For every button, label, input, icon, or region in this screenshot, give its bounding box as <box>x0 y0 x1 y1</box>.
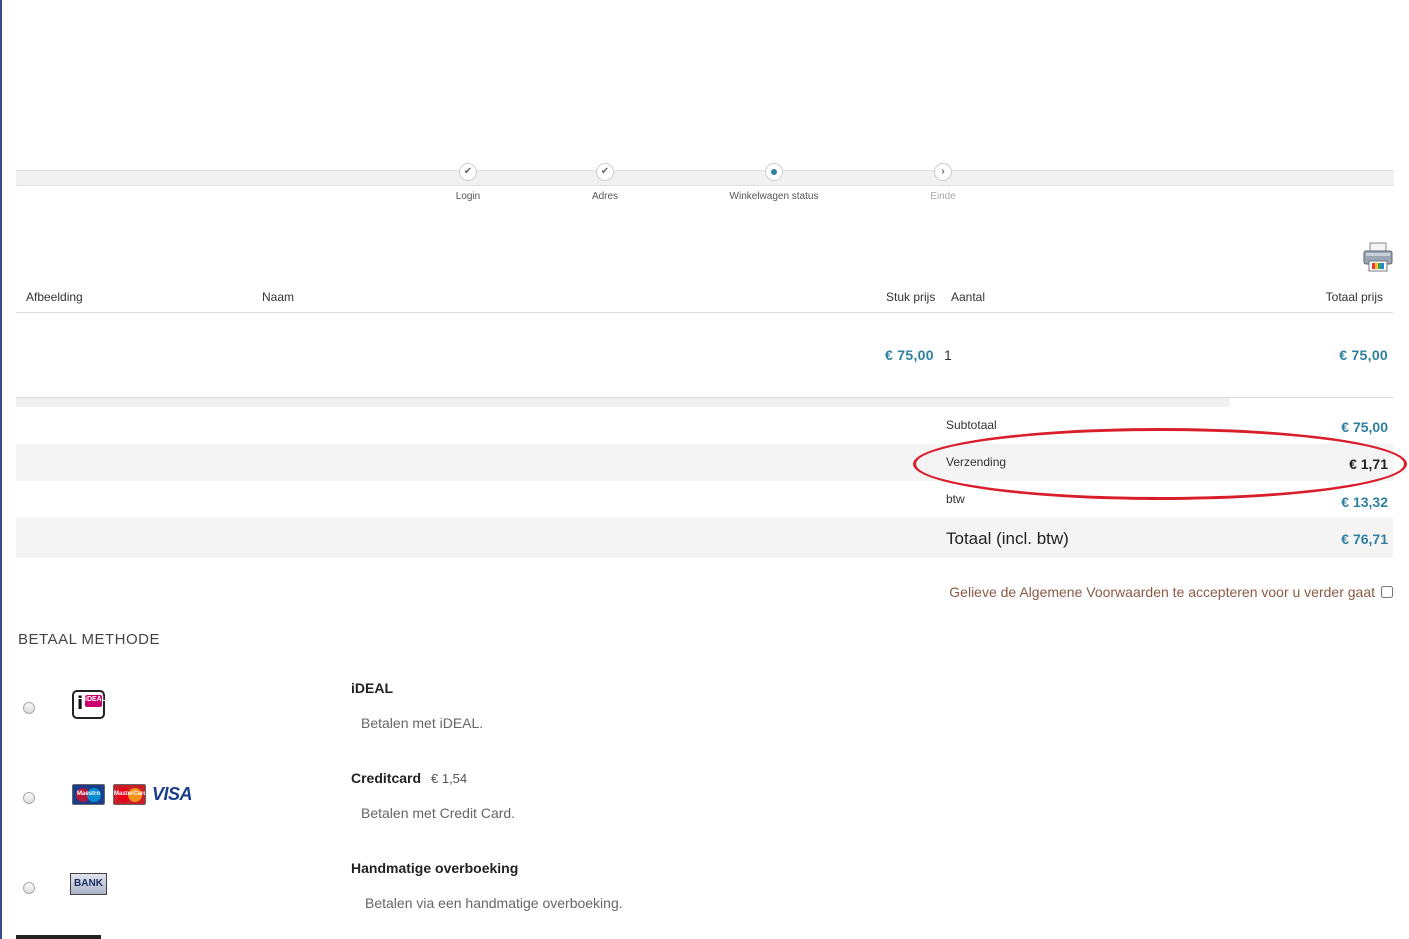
summary-subtotal-row: Subtotaal € 75,00 <box>16 407 1393 444</box>
step-cart-status: Winkelwagen status <box>714 163 834 202</box>
payment-radio-bank-transfer[interactable] <box>23 882 35 894</box>
step-address: ✔ Adres <box>545 163 665 202</box>
step-label: Login <box>455 191 481 202</box>
step-label: Adres <box>591 191 619 202</box>
dot-icon <box>765 163 783 181</box>
payment-fee-creditcard: € 1,54 <box>431 771 468 786</box>
mastercard-logo: MasterCard <box>113 784 146 805</box>
step-label: Einde <box>930 191 956 202</box>
window-left-border <box>0 0 2 939</box>
divider <box>16 312 1393 313</box>
row-unit-price: € 75,00 <box>885 347 934 363</box>
maestro-logo: Maestro <box>72 784 105 805</box>
vat-value: € 13,32 <box>1341 494 1388 510</box>
total-value: € 76,71 <box>1341 531 1388 547</box>
shipping-value: € 1,71 <box>1349 456 1388 472</box>
payment-radio-creditcard[interactable] <box>23 792 35 804</box>
payment-desc-creditcard: Betalen met Credit Card. <box>361 805 516 821</box>
ideal-logo: i iDEAL <box>72 690 106 719</box>
subtotal-value: € 75,00 <box>1341 419 1388 435</box>
header-total-price: Totaal prijs <box>1325 290 1383 304</box>
step-label: Winkelwagen status <box>729 191 819 202</box>
subtotal-label: Subtotaal <box>946 418 997 432</box>
payment-title-creditcard: Creditcard <box>351 770 422 786</box>
payment-title-ideal: iDEAL <box>351 680 393 696</box>
check-icon: ✔ <box>596 163 614 181</box>
step-end: › Einde <box>883 163 1003 202</box>
payment-title-bank-transfer: Handmatige overboeking <box>351 860 519 876</box>
checkout-progress-bar <box>16 170 1394 186</box>
bank-logo: BANK <box>70 873 107 895</box>
printer-icon[interactable] <box>1362 241 1394 273</box>
summary-vat-row: btw € 13,32 <box>16 481 1393 518</box>
header-unit-price: Stuk prijs <box>886 290 936 304</box>
header-image: Afbeelding <box>26 290 83 304</box>
header-name: Naam <box>262 290 295 304</box>
header-quantity: Aantal <box>951 290 986 304</box>
row-total-price: € 75,00 <box>1339 347 1388 363</box>
check-icon: ✔ <box>459 163 477 181</box>
row-quantity: 1 <box>944 347 952 363</box>
vat-label: btw <box>946 492 965 506</box>
shipping-label: Verzending <box>946 455 1007 469</box>
step-login: ✔ Login <box>408 163 528 202</box>
visa-logo: VISA <box>152 784 193 804</box>
payment-section-title: BETAAL METHODE <box>18 631 161 648</box>
payment-radio-ideal[interactable] <box>23 702 35 714</box>
total-label: Totaal (incl. btw) <box>946 529 1069 548</box>
payment-desc-bank-transfer: Betalen via een handmatige overboeking. <box>365 895 623 911</box>
terms-checkbox[interactable] <box>1381 586 1393 598</box>
terms-text: Gelieve de Algemene Voorwaarden te accep… <box>949 584 1375 600</box>
payment-desc-ideal: Betalen met iDEAL. <box>361 715 484 731</box>
summary-shipping-row: Verzending € 1,71 <box>16 444 1393 481</box>
next-button-partial[interactable] <box>16 935 101 939</box>
chevron-right-icon: › <box>934 163 952 181</box>
table-footer-band <box>16 398 1230 407</box>
summary-total-row: Totaal (incl. btw) € 76,71 <box>16 518 1393 558</box>
